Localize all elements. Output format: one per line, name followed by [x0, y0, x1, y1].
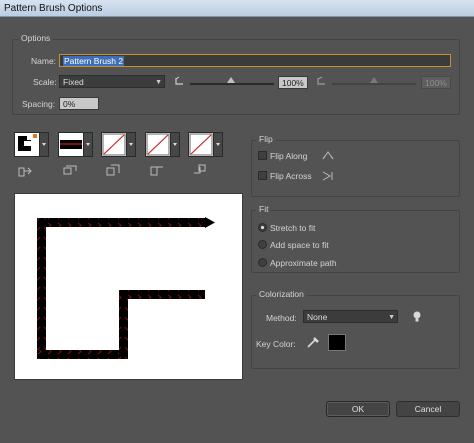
- start-tile-icon: [146, 133, 170, 156]
- method-label: Method:: [266, 313, 297, 323]
- end-tile-menu[interactable]: [214, 132, 223, 157]
- scale-max-slider-thumb: [370, 77, 378, 83]
- colorization-group: [251, 295, 460, 369]
- side-tile-2-button[interactable]: [58, 132, 84, 157]
- start-tile-menu[interactable]: [171, 132, 180, 157]
- scale-max-percent-input: 100%: [421, 76, 451, 89]
- start-type-icon: [150, 166, 163, 176]
- scale-percent-input[interactable]: 100%: [278, 76, 308, 89]
- scale-max-slider-track: [332, 83, 416, 85]
- title-bar: Pattern Brush Options: [0, 0, 474, 17]
- pattern-brush-dialog: Options Name: Pattern Brush 2 Scale: Fix…: [0, 17, 474, 443]
- inner-corner-tile-button[interactable]: [101, 132, 127, 157]
- key-color-swatch[interactable]: [328, 334, 346, 351]
- flip-across-icon: [322, 171, 333, 181]
- scale-slider-track[interactable]: [190, 83, 274, 85]
- outer-corner-type-icon: [18, 167, 32, 177]
- options-group-label: Options: [18, 33, 54, 43]
- approximate-path-label[interactable]: Approximate path: [270, 258, 337, 268]
- end-tile-icon: [189, 133, 213, 156]
- start-tile-button[interactable]: [145, 132, 171, 157]
- max-scale-icon: [317, 76, 325, 85]
- flip-along-icon: [322, 151, 334, 160]
- flip-group-label: Flip: [256, 134, 276, 144]
- pattern-brush-preview-image: [37, 217, 215, 359]
- side-tile-2-menu[interactable]: [84, 132, 93, 157]
- scale-slider-thumb[interactable]: [227, 77, 235, 83]
- side-type-icon: [63, 165, 77, 175]
- chevron-down-icon: ▼: [388, 314, 395, 321]
- scale-dropdown-value: Fixed: [63, 77, 84, 87]
- key-color-label: Key Color:: [256, 339, 296, 349]
- approximate-path-radio[interactable]: [258, 258, 267, 267]
- inner-corner-type-icon: [106, 164, 120, 176]
- stretch-to-fit-label[interactable]: Stretch to fit: [270, 223, 315, 233]
- spacing-label: Spacing:: [22, 99, 56, 109]
- outer-corner-tile-icon: [18, 134, 37, 151]
- end-tile-button[interactable]: [188, 132, 214, 157]
- colorization-group-label: Colorization: [256, 289, 307, 299]
- scale-label: Scale:: [33, 77, 57, 87]
- method-dropdown-value: None: [307, 312, 328, 322]
- name-label: Name:: [31, 56, 57, 66]
- stretch-to-fit-radio[interactable]: [258, 223, 267, 232]
- fit-group-label: Fit: [256, 204, 272, 214]
- name-input[interactable]: Pattern Brush 2: [59, 54, 451, 67]
- flip-along-label[interactable]: Flip Along: [270, 151, 307, 161]
- side-tile-menu[interactable]: [40, 132, 49, 157]
- flip-along-checkbox[interactable]: [258, 151, 267, 160]
- inner-corner-tile-menu[interactable]: [127, 132, 136, 157]
- flip-across-label[interactable]: Flip Across: [270, 171, 312, 181]
- brush-preview: [14, 193, 243, 380]
- eyedropper-icon[interactable]: [305, 335, 321, 349]
- side-tile-icon: [60, 140, 82, 149]
- chevron-down-icon: ▼: [155, 79, 162, 86]
- spacing-input[interactable]: 0%: [59, 97, 99, 110]
- method-dropdown[interactable]: None ▼: [303, 310, 398, 323]
- window-title: Pattern Brush Options: [4, 3, 103, 14]
- add-space-to-fit-label[interactable]: Add space to fit: [270, 240, 329, 250]
- name-input-value: Pattern Brush 2: [63, 56, 125, 66]
- scale-dropdown[interactable]: Fixed ▼: [59, 75, 165, 88]
- side-tile-button[interactable]: [14, 132, 40, 157]
- cancel-button[interactable]: Cancel: [396, 401, 460, 417]
- ok-button[interactable]: OK: [326, 401, 390, 417]
- end-type-icon: [194, 164, 206, 174]
- min-scale-icon: [175, 76, 183, 85]
- flip-group: [251, 140, 460, 197]
- add-space-to-fit-radio[interactable]: [258, 240, 267, 249]
- inner-corner-tile-icon: [102, 133, 126, 156]
- tips-lightbulb-icon[interactable]: [409, 310, 425, 324]
- flip-across-checkbox[interactable]: [258, 171, 267, 180]
